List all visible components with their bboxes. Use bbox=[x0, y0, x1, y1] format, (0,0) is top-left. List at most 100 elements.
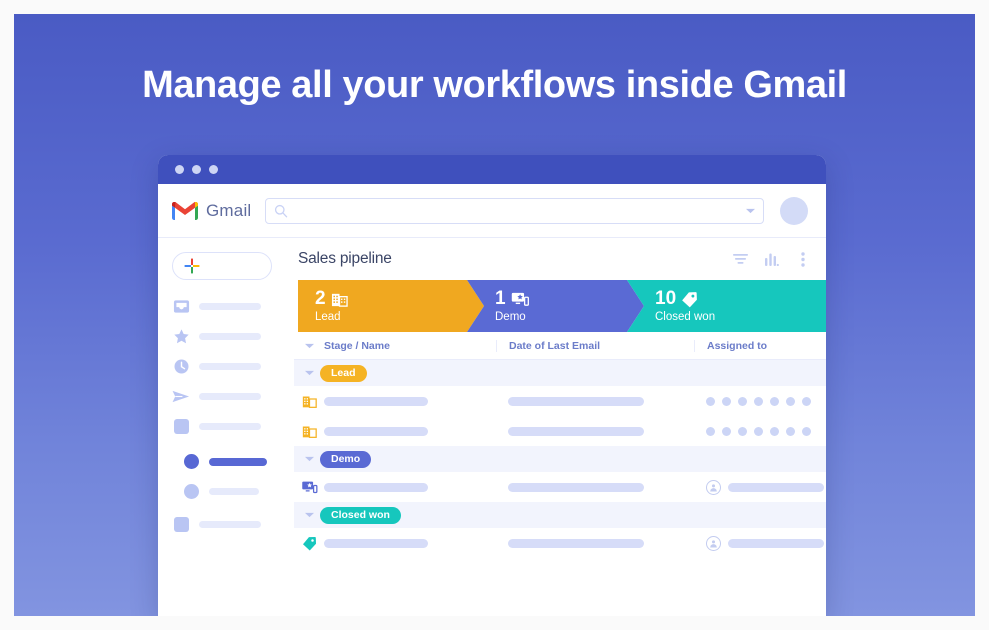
stage-label: Demo bbox=[495, 310, 526, 323]
chevron-down-icon[interactable] bbox=[298, 370, 320, 376]
window-body: Sales pipeline 2 Lead 1 Demo 10 Closed w… bbox=[158, 238, 826, 616]
table-row[interactable] bbox=[294, 416, 826, 446]
assignee-avatar-icon bbox=[706, 535, 721, 551]
sidebar-item-snoozed[interactable] bbox=[172, 354, 288, 379]
gmail-header: Gmail bbox=[158, 184, 826, 238]
pipeline-stage-demo[interactable]: 1 Demo bbox=[467, 280, 644, 332]
table-row[interactable] bbox=[294, 386, 826, 416]
assignee-avatar-icon bbox=[706, 479, 721, 495]
sidebar-item-inbox[interactable] bbox=[172, 294, 288, 319]
search-input[interactable] bbox=[288, 199, 746, 223]
sidebar-item-label bbox=[209, 488, 259, 495]
sidebar-item-label bbox=[199, 363, 261, 370]
clock-icon bbox=[172, 358, 190, 375]
stage-count: 1 bbox=[495, 288, 506, 310]
stage-count-wrap: 10 bbox=[655, 289, 826, 309]
browser-window: Gmail Sales pipeline 2 Lead 1 Demo 10 Cl… bbox=[158, 155, 826, 616]
table-header-row: Stage / Name Date of Last Email Assigned… bbox=[294, 332, 826, 360]
cell-name bbox=[320, 538, 496, 548]
group-header-lead[interactable]: Lead bbox=[294, 360, 826, 386]
pipeline-stages: 2 Lead 1 Demo 10 Closed won bbox=[298, 280, 826, 332]
board-toolbar bbox=[733, 251, 810, 267]
circle-icon bbox=[182, 484, 200, 499]
cell-date bbox=[496, 426, 694, 436]
sidebar-item-label bbox=[209, 457, 267, 466]
compose-button[interactable] bbox=[172, 252, 272, 280]
chevron-down-icon[interactable] bbox=[298, 456, 320, 462]
monitor-icon bbox=[298, 480, 320, 495]
tag-icon bbox=[682, 291, 698, 307]
assignee-dots bbox=[706, 396, 811, 406]
sidebar-item-label bbox=[199, 521, 261, 528]
board-title: Sales pipeline bbox=[298, 250, 392, 267]
cell-date bbox=[496, 396, 694, 406]
hero-panel: Manage all your workflows inside Gmail G… bbox=[14, 14, 975, 616]
tag-icon bbox=[298, 536, 320, 551]
status-badge: Lead bbox=[320, 364, 367, 382]
status-badge: Closed won bbox=[320, 506, 401, 524]
circle-icon bbox=[182, 454, 200, 469]
gmail-m-icon bbox=[172, 201, 198, 220]
window-chrome-bar bbox=[158, 155, 826, 184]
chart-icon[interactable] bbox=[764, 251, 779, 267]
table-row[interactable] bbox=[294, 528, 826, 558]
inbox-icon bbox=[172, 298, 190, 315]
column-header-date-of-last-email[interactable]: Date of Last Email bbox=[496, 339, 694, 352]
gmail-sidebar bbox=[158, 238, 288, 616]
sidebar-item-label bbox=[199, 303, 261, 310]
assignee-dots bbox=[706, 426, 811, 436]
sidebar-item-more[interactable] bbox=[172, 512, 288, 537]
column-header-stage-name[interactable]: Stage / Name bbox=[320, 340, 496, 352]
monitor-icon bbox=[511, 291, 529, 308]
sidebar-item-sent[interactable] bbox=[172, 384, 288, 409]
sidebar-item-starred[interactable] bbox=[172, 324, 288, 349]
screenshot-root: Manage all your workflows inside Gmail G… bbox=[0, 0, 989, 630]
column-header-assigned-to[interactable]: Assigned to bbox=[694, 339, 826, 352]
cell-name bbox=[320, 426, 496, 436]
stage-count: 2 bbox=[315, 288, 326, 310]
cell-name bbox=[320, 396, 496, 406]
stage-count: 10 bbox=[655, 288, 677, 310]
sidebar-item-label bbox=[199, 423, 261, 430]
board-main: Sales pipeline 2 Lead 1 Demo 10 Closed w… bbox=[288, 238, 826, 616]
cell-assigned bbox=[694, 535, 826, 551]
cell-name bbox=[320, 482, 496, 492]
table-row[interactable] bbox=[294, 472, 826, 502]
account-avatar[interactable] bbox=[780, 196, 808, 225]
star-icon bbox=[172, 328, 190, 345]
group-header-closed-won[interactable]: Closed won bbox=[294, 502, 826, 528]
collapse-all-chevron-down-icon[interactable] bbox=[298, 343, 320, 349]
window-close-dot[interactable] bbox=[175, 165, 184, 174]
stage-count-wrap: 2 bbox=[315, 289, 484, 309]
pipeline-stage-lead[interactable]: 2 Lead bbox=[298, 280, 484, 332]
gmail-wordmark: Gmail bbox=[206, 200, 252, 220]
cell-date bbox=[496, 482, 694, 492]
filter-icon[interactable] bbox=[733, 251, 748, 267]
building-icon bbox=[298, 424, 320, 439]
group-header-demo[interactable]: Demo bbox=[294, 446, 826, 472]
drafts-icon bbox=[172, 419, 190, 434]
chevron-down-icon[interactable] bbox=[298, 512, 320, 518]
stage-label: Lead bbox=[315, 310, 341, 323]
cell-assigned bbox=[694, 479, 826, 495]
board-header: Sales pipeline bbox=[294, 238, 826, 280]
search-box[interactable] bbox=[265, 197, 764, 224]
sidebar-item-label-secondary[interactable] bbox=[172, 479, 288, 504]
sidebar-item-label bbox=[199, 393, 261, 400]
sidebar-item-label bbox=[199, 333, 261, 340]
building-icon bbox=[298, 394, 320, 409]
cell-date bbox=[496, 538, 694, 548]
sidebar-item-label-active[interactable] bbox=[172, 449, 288, 474]
gmail-logo[interactable]: Gmail bbox=[172, 201, 251, 221]
send-icon bbox=[172, 389, 190, 404]
window-maximize-dot[interactable] bbox=[209, 165, 218, 174]
page-title: Manage all your workflows inside Gmail bbox=[142, 64, 847, 106]
stage-label: Closed won bbox=[655, 310, 716, 323]
cell-assigned bbox=[694, 396, 826, 406]
sidebar-item-drafts[interactable] bbox=[172, 414, 288, 439]
status-badge: Demo bbox=[320, 450, 372, 468]
window-minimize-dot[interactable] bbox=[192, 165, 201, 174]
pipeline-stage-closed-won[interactable]: 10 Closed won bbox=[627, 280, 826, 332]
cell-assigned bbox=[694, 426, 826, 436]
more-options-icon[interactable] bbox=[795, 251, 810, 267]
